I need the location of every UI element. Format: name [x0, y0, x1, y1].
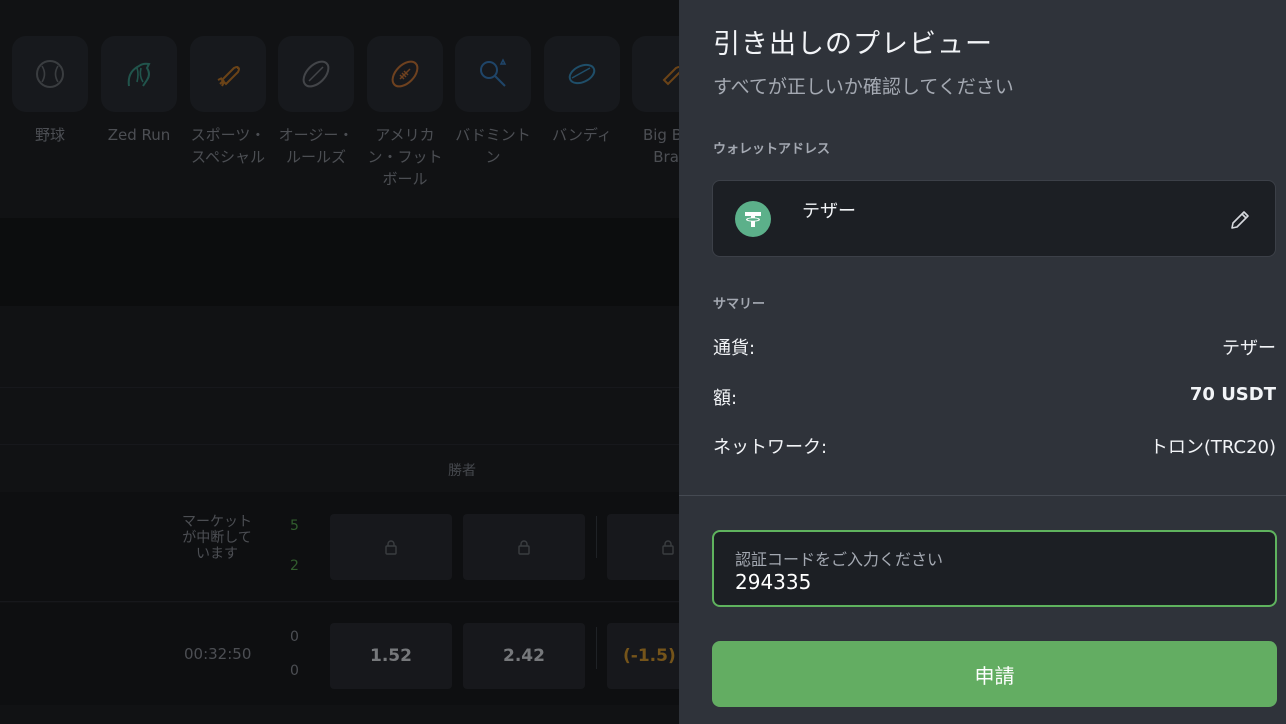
wallet-address-label: ウォレットアドレス [713, 142, 831, 157]
verification-code-input[interactable] [735, 570, 1235, 594]
summary-row-amount: 額: 70 USDT [713, 384, 1276, 410]
wallet-currency-name: テザー [802, 201, 856, 222]
section-divider [679, 495, 1286, 496]
verification-code-label: 認証コードをご入力ください [735, 550, 944, 569]
tether-icon [735, 201, 771, 237]
verification-code-field[interactable]: 認証コードをご入力ください [712, 530, 1277, 607]
submit-button[interactable]: 申請 [712, 641, 1277, 707]
summary-row-currency: 通貨: テザー [713, 334, 1276, 360]
summary-value: トロン(TRC20) [1149, 437, 1276, 458]
modal-backdrop[interactable] [0, 0, 679, 724]
wallet-card: テザー [712, 180, 1276, 257]
panel-title: 引き出しのプレビュー [713, 29, 993, 60]
edit-wallet-button[interactable] [1227, 207, 1253, 233]
summary-key: 通貨: [713, 338, 756, 359]
summary-value: 70 USDT [1189, 384, 1276, 405]
summary-key: ネットワーク: [713, 437, 828, 458]
panel-subtitle: すべてが正しいか確認してください [713, 76, 1014, 98]
summary-key: 額: [713, 388, 738, 409]
pencil-icon [1231, 211, 1249, 229]
summary-value: テザー [1222, 338, 1276, 359]
summary-label: サマリー [713, 297, 766, 312]
withdrawal-preview-panel: 引き出しのプレビュー すべてが正しいか確認してください ウォレットアドレス テザ… [679, 0, 1286, 724]
summary-row-network: ネットワーク: トロン(TRC20) [713, 433, 1276, 459]
